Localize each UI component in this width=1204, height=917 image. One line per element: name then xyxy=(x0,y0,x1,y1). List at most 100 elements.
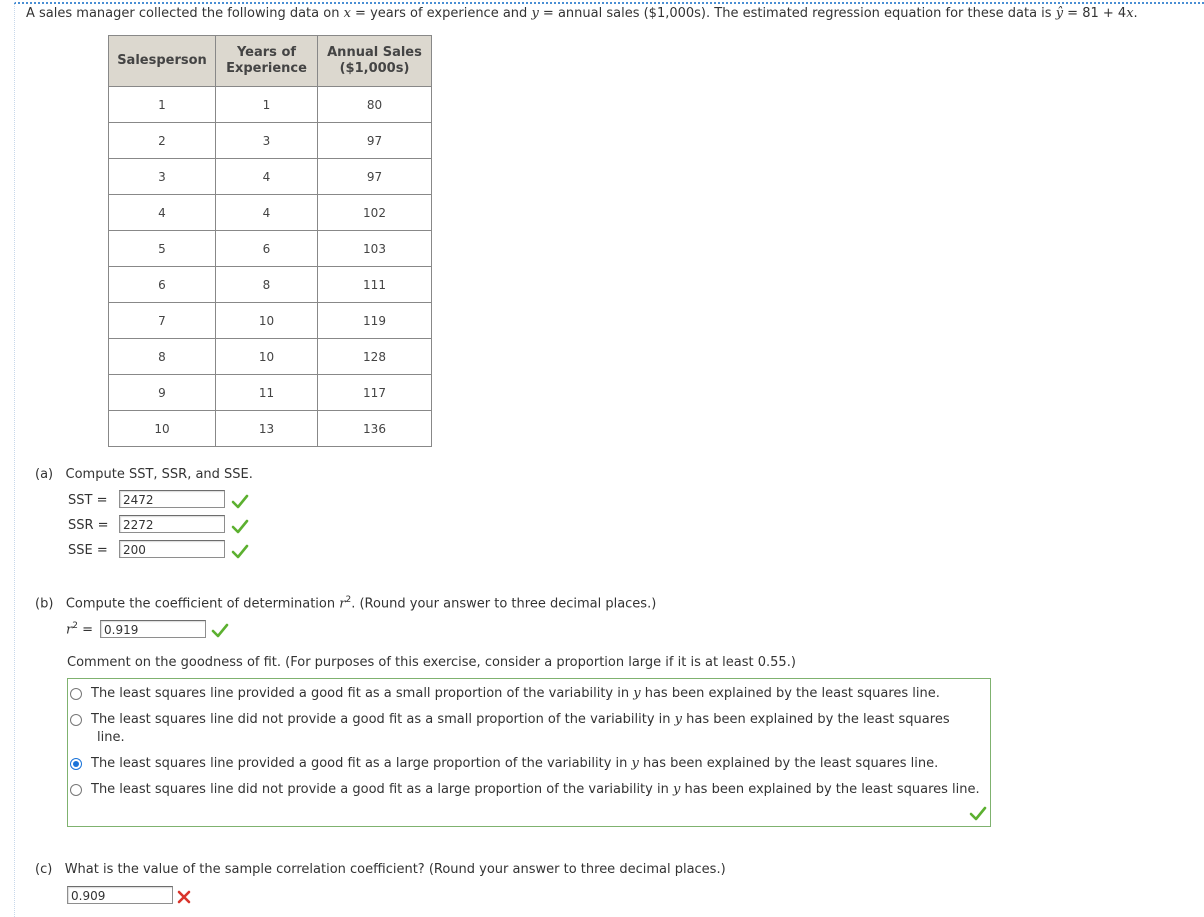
option-text-part: has been explained by the least squares xyxy=(682,712,950,727)
correlation-input[interactable]: 0.909 xyxy=(67,886,173,904)
header-line: ($1,000s) xyxy=(339,61,410,76)
part-a-text: Compute SST, SSR, and SSE. xyxy=(65,467,253,482)
cell-annual-sales: 119 xyxy=(317,302,432,339)
cell-salesperson: 8 xyxy=(108,338,216,375)
frame-top-border xyxy=(14,2,1204,4)
correct-check-icon xyxy=(231,519,249,535)
cell-annual-sales: 103 xyxy=(317,230,432,267)
option-text-part: has been explained by the least squares … xyxy=(638,756,939,771)
cell-years-experience: 6 xyxy=(215,230,318,267)
cell-years-experience: 13 xyxy=(215,410,318,447)
data-table: Salesperson Years of Experience Annual Sa… xyxy=(108,35,432,447)
r2-input[interactable]: 0.919 xyxy=(100,620,206,638)
part-b-label: (b) xyxy=(35,596,54,612)
option-text-part: The least squares line provided a good f… xyxy=(91,686,634,701)
cell-annual-sales: 97 xyxy=(317,122,432,159)
table-row: 8 10 128 xyxy=(108,338,432,375)
option-text: The least squares line provided a good f… xyxy=(91,756,938,771)
header-line: Years of xyxy=(236,45,297,60)
radio-button[interactable] xyxy=(70,688,82,700)
y-variable: y xyxy=(674,712,683,727)
correct-check-icon xyxy=(211,623,229,639)
cell-years-experience: 10 xyxy=(215,338,318,375)
cell-salesperson: 4 xyxy=(108,194,216,231)
cell-years-experience: 8 xyxy=(215,266,318,303)
header-line: Salesperson xyxy=(117,53,207,68)
option-text-continued: line. xyxy=(97,730,125,745)
part-b-text: . (Round your answer to three decimal pl… xyxy=(351,596,657,612)
regression-equation: = 81 + 4 xyxy=(1063,6,1127,21)
superscript: 2 xyxy=(72,621,78,631)
part-c-label: (c) xyxy=(35,862,53,877)
y-hat-variable: ŷ xyxy=(1055,6,1064,21)
intro-text: = annual sales ($1,000s). The estimated … xyxy=(538,6,1056,21)
part-b-prompt: (b) Compute the coefficient of determina… xyxy=(35,595,656,611)
header-years-experience: Years of Experience xyxy=(215,35,318,87)
cell-salesperson: 2 xyxy=(108,122,216,159)
cell-salesperson: 7 xyxy=(108,302,216,339)
option-text-part: The least squares line did not provide a… xyxy=(91,782,673,797)
table-row: 6 8 111 xyxy=(108,266,432,303)
cell-years-experience: 11 xyxy=(215,374,318,411)
equals-sign: = xyxy=(82,622,93,638)
y-variable: y xyxy=(531,6,539,21)
correct-check-icon xyxy=(231,544,249,560)
cell-salesperson: 9 xyxy=(108,374,216,411)
part-c-prompt: (c) What is the value of the sample corr… xyxy=(35,862,726,877)
option-text: The least squares line did not provide a… xyxy=(91,782,980,797)
incorrect-x-icon xyxy=(176,889,194,905)
header-line: Annual Sales xyxy=(327,45,422,60)
cell-annual-sales: 128 xyxy=(317,338,432,375)
ssr-input[interactable]: 2272 xyxy=(119,515,225,533)
sst-label: SST = xyxy=(68,493,108,508)
radio-button-selected[interactable] xyxy=(70,758,82,770)
cell-annual-sales: 117 xyxy=(317,374,432,411)
table-row: 3 4 97 xyxy=(108,158,432,195)
option-text-part: The least squares line provided a good f… xyxy=(91,756,632,771)
table-row: 10 13 136 xyxy=(108,410,432,447)
table-row: 4 4 102 xyxy=(108,194,432,231)
sse-label: SSE = xyxy=(68,543,108,558)
cell-annual-sales: 80 xyxy=(317,86,432,123)
frame-left-border xyxy=(14,2,15,917)
option-text: The least squares line provided a good f… xyxy=(91,686,940,701)
table-row: 2 3 97 xyxy=(108,122,432,159)
part-b-text: Compute the coefficient of determination xyxy=(65,596,340,612)
sse-input[interactable]: 200 xyxy=(119,540,225,558)
option-text: The least squares line did not provide a… xyxy=(91,712,950,727)
problem-statement: A sales manager collected the following … xyxy=(26,6,1138,21)
cell-salesperson: 1 xyxy=(108,86,216,123)
cell-years-experience: 4 xyxy=(215,194,318,231)
cell-annual-sales: 136 xyxy=(317,410,432,447)
cell-years-experience: 3 xyxy=(215,122,318,159)
cell-salesperson: 6 xyxy=(108,266,216,303)
correct-check-icon xyxy=(231,494,249,510)
table-header-row: Salesperson Years of Experience Annual Sa… xyxy=(108,35,432,87)
header-annual-sales: Annual Sales ($1,000s) xyxy=(317,35,432,87)
sst-input[interactable]: 2472 xyxy=(119,490,225,508)
cell-annual-sales: 111 xyxy=(317,266,432,303)
cell-annual-sales: 102 xyxy=(317,194,432,231)
cell-salesperson: 5 xyxy=(108,230,216,267)
goodness-comment: Comment on the goodness of fit. (For pur… xyxy=(67,655,796,670)
cell-years-experience: 1 xyxy=(215,86,318,123)
radio-button[interactable] xyxy=(70,714,82,726)
cell-years-experience: 4 xyxy=(215,158,318,195)
cell-salesperson: 3 xyxy=(108,158,216,195)
intro-text: A sales manager collected the following … xyxy=(26,6,344,21)
ssr-label: SSR = xyxy=(68,518,109,533)
cell-years-experience: 10 xyxy=(215,302,318,339)
table-row: 5 6 103 xyxy=(108,230,432,267)
cell-salesperson: 10 xyxy=(108,410,216,447)
part-a-prompt: (a) Compute SST, SSR, and SSE. xyxy=(35,467,253,482)
intro-text: = years of experience and xyxy=(350,6,532,21)
r2-label: r2 = xyxy=(66,621,93,637)
table-row: 7 10 119 xyxy=(108,302,432,339)
header-salesperson: Salesperson xyxy=(108,35,216,87)
x-variable: x xyxy=(1126,6,1134,21)
radio-button[interactable] xyxy=(70,784,82,796)
intro-text: . xyxy=(1133,6,1138,21)
part-c-text: What is the value of the sample correlat… xyxy=(64,862,726,877)
correct-check-icon xyxy=(969,806,987,822)
option-text-part: has been explained by the least squares … xyxy=(640,686,940,701)
